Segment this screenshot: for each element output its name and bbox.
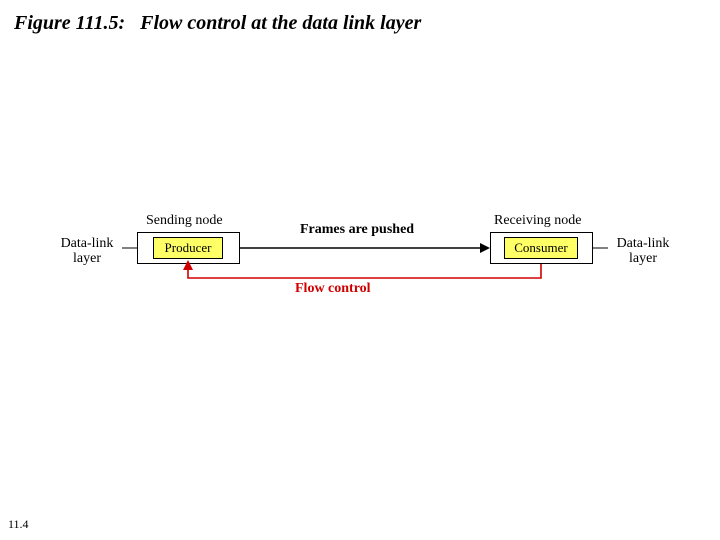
slide-number: 11.4 [8,517,29,532]
flow-control-diagram: Data-link layer Data-link layer Sending … [0,0,720,540]
diagram-svg [0,0,720,540]
